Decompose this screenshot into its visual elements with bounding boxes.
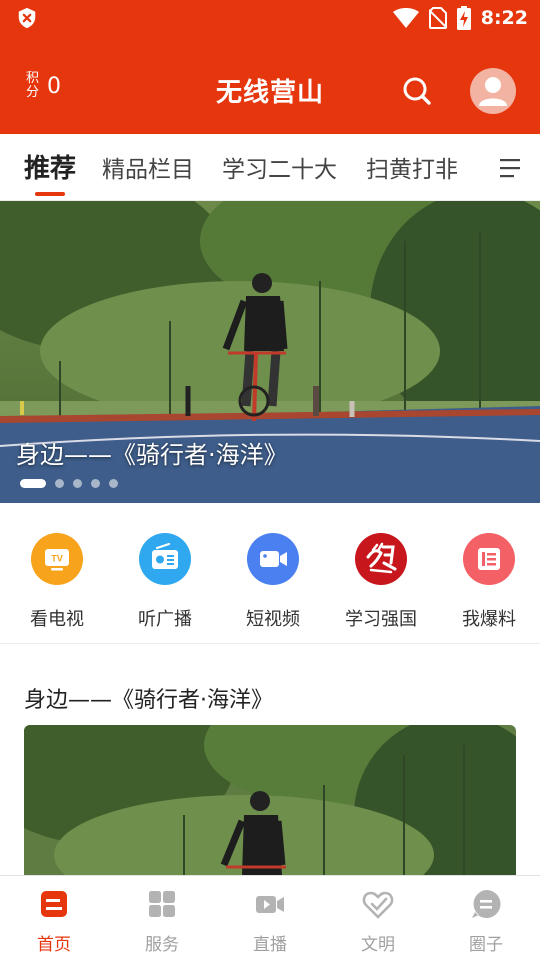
svg-text:TV: TV [51,554,63,564]
tab-featured-columns[interactable]: 精品栏目 [102,150,194,184]
bottom-navigation: 首页 服务 直播 文明 圈子 [0,875,540,961]
wifi-icon [392,8,419,28]
no-sim-icon [428,7,447,29]
status-bar: 8:22 [0,0,540,36]
tv-icon: TV [31,533,83,585]
app-header: 积分 0 无线营山 [0,36,540,134]
nav-home[interactable]: 首页 [0,888,108,955]
quick-link-xuexi-qiangguo[interactable]: 学习强国 [327,533,435,631]
tab-study-20th-congress[interactable]: 学习二十大 [222,150,337,184]
banner-carousel[interactable]: 身边——《骑行者·海洋》 [0,201,540,503]
xuexi-logo-icon [355,533,407,585]
quick-link-report-news[interactable]: 我爆料 [435,533,540,631]
quick-link-listen-radio[interactable]: 听广播 [111,533,219,631]
article-image [24,725,516,875]
quick-link-label: 听广播 [138,609,192,630]
banner-caption: 身边——《骑行者·海洋》 [16,441,288,469]
nav-label: 服务 [145,935,179,955]
category-tabs: 推荐 精品栏目 学习二十大 扫黄打非 [0,134,540,201]
quick-link-label: 我爆料 [462,609,516,630]
battery-charging-icon [456,6,471,30]
quick-links: TV 看电视 听广播 短视频 学习强国 我爆料 [0,503,540,644]
app-title: 无线营山 [215,78,324,108]
tab-anti-pornography[interactable]: 扫黄打非 [366,150,458,184]
menu-icon[interactable] [500,158,522,178]
carousel-dot[interactable] [55,479,64,488]
active-tab-indicator [35,192,65,196]
quick-link-short-video[interactable]: 短视频 [219,533,327,631]
home-icon [41,891,67,917]
quick-link-label: 看电视 [30,609,84,630]
clock: 8:22 [480,7,528,29]
article-thumbnail[interactable] [24,725,516,875]
user-avatar-icon[interactable] [470,68,516,114]
tab-recommend[interactable]: 推荐 [24,148,76,185]
heart-hands-icon [362,891,394,919]
carousel-dot[interactable] [91,479,100,488]
search-icon[interactable] [400,74,434,108]
nav-live[interactable]: 直播 [216,888,324,955]
article-title[interactable]: 身边——《骑行者·海洋》 [24,682,273,714]
nav-label: 首页 [37,935,71,955]
nav-label: 直播 [253,935,287,955]
nav-civilization[interactable]: 文明 [324,888,432,955]
carousel-indicator [20,479,118,488]
report-icon [463,533,515,585]
nav-label: 圈子 [469,935,503,955]
carousel-dot[interactable] [73,479,82,488]
video-camera-icon [247,533,299,585]
nav-label: 文明 [361,935,395,955]
carousel-dot[interactable] [109,479,118,488]
quick-link-label: 短视频 [246,609,300,630]
quick-link-label: 学习强国 [345,609,417,630]
chat-circle-icon [472,889,501,918]
grid-icon [149,891,175,917]
carousel-dot[interactable] [20,479,46,488]
quick-link-watch-tv[interactable]: TV 看电视 [3,533,111,631]
live-video-icon [256,896,284,913]
shield-x-icon [18,7,36,29]
nav-circle[interactable]: 圈子 [432,888,540,955]
radio-icon [139,533,191,585]
nav-services[interactable]: 服务 [108,888,216,955]
